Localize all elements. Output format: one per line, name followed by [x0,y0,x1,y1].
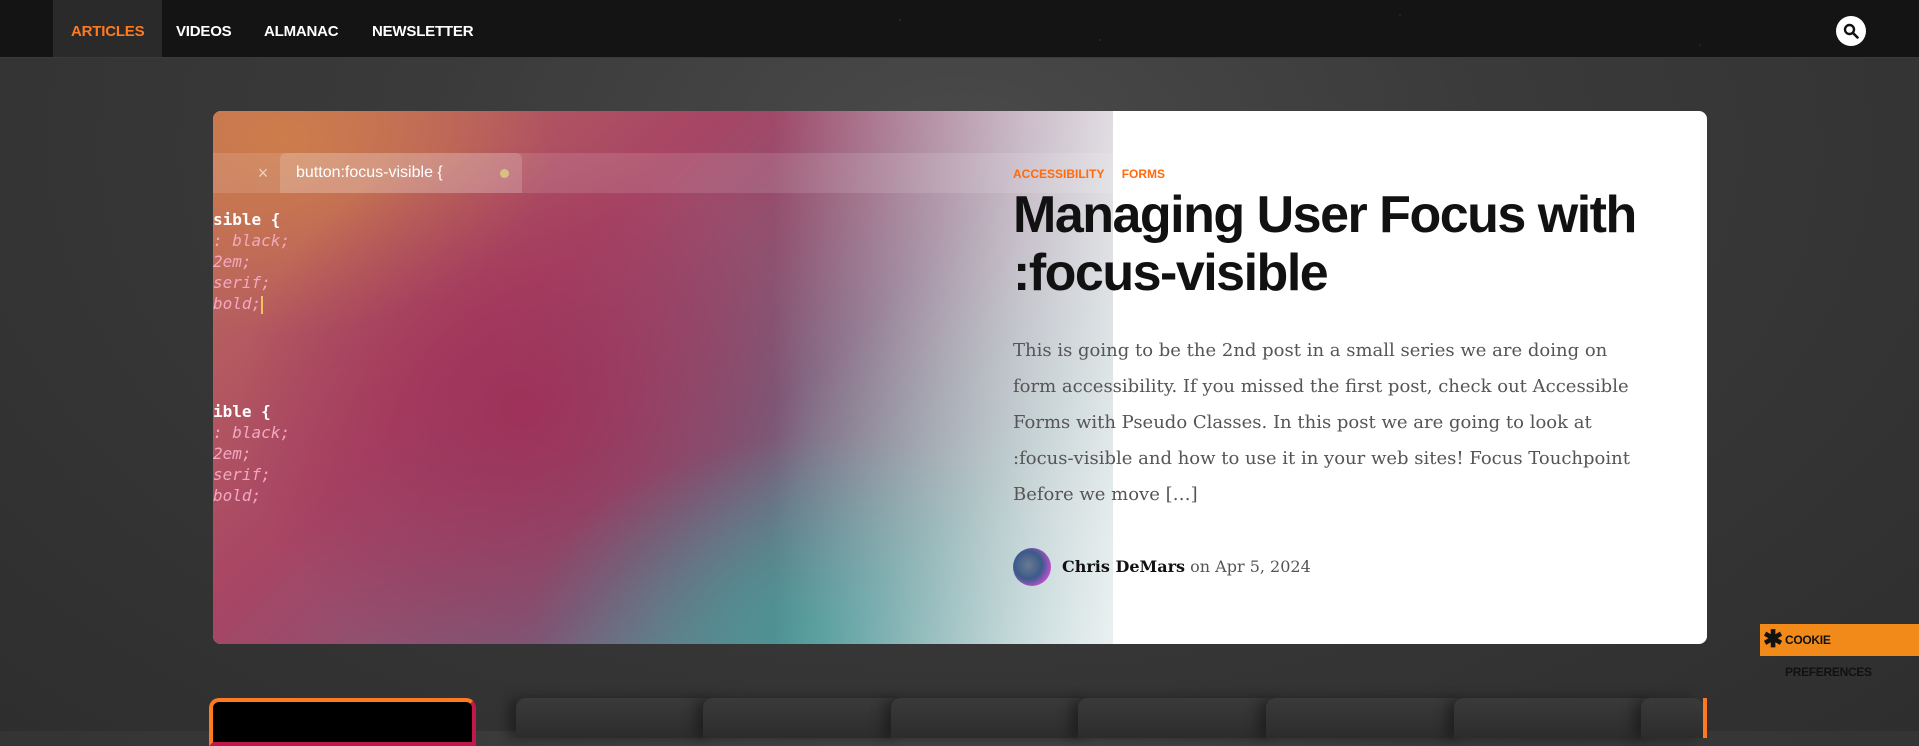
list-item[interactable] [703,698,903,738]
list-item[interactable] [516,698,716,738]
list-item[interactable] [1078,698,1278,738]
cookie-preferences-button[interactable]: ✱ COOKIE PREFERENCES [1760,624,1919,679]
cookie-preferences-label: COOKIE PREFERENCES [1785,633,1872,679]
code-line: bold; [213,293,290,314]
publish-date: Apr 5, 2024 [1215,557,1311,576]
asterisk-icon: ✱ [1763,626,1784,653]
unsaved-dot-icon [500,169,509,178]
code-text: bold; [213,294,262,313]
author-avatar[interactable] [1013,548,1051,586]
code-line: 2em; [213,444,252,463]
carousel-edge-accent [1703,698,1707,738]
list-item[interactable] [1266,698,1466,738]
nav-newsletter[interactable]: NEWSLETTER [372,0,474,57]
nav-articles[interactable]: ARTICLES [53,0,163,57]
article-excerpt: This is going to be the 2nd post in a sm… [1013,340,1630,505]
list-item[interactable] [891,698,1091,738]
editor-tab-label: button:focus-visible { [296,164,443,181]
editor-tab: button:focus-visible { [280,153,522,193]
code-snippet-1: sible { : black; 2em; serif; bold; [213,209,290,314]
tag-accessibility[interactable]: ACCESSIBILITY [1013,167,1104,181]
code-line: sible { [213,210,281,229]
byline-text: Chris DeMars on Apr 5, 2024 [1062,548,1311,586]
close-icon: × [257,163,269,183]
code-line: : black; [213,423,291,442]
list-item[interactable] [1454,698,1654,738]
search-button[interactable] [1836,16,1866,46]
code-line: serif; [213,465,271,484]
list-item[interactable] [1641,698,1703,738]
code-line: ible { [213,402,271,421]
nav-almanac[interactable]: ALMANAC [264,0,339,57]
article-title[interactable]: Managing User Focus with :focus-visible [1013,186,1653,302]
text-caret [261,295,264,314]
top-navigation: ARTICLES VIDEOS ALMANAC NEWSLETTER [0,0,1919,58]
tag-forms[interactable]: FORMS [1122,167,1165,181]
nav-videos[interactable]: VIDEOS [176,0,232,57]
code-snippet-2: ible { : black; 2em; serif; bold; [213,401,290,506]
code-line: : black; [213,231,291,250]
code-line: 2em; [213,252,252,271]
code-line: serif; [213,273,271,292]
code-line: bold; [213,486,262,505]
search-icon [1843,23,1859,39]
date-prefix: on [1190,557,1211,576]
feature-card[interactable] [209,698,476,746]
author-name[interactable]: Chris DeMars [1062,557,1185,576]
article-tags: ACCESSIBILITY FORMS [1013,167,1179,181]
